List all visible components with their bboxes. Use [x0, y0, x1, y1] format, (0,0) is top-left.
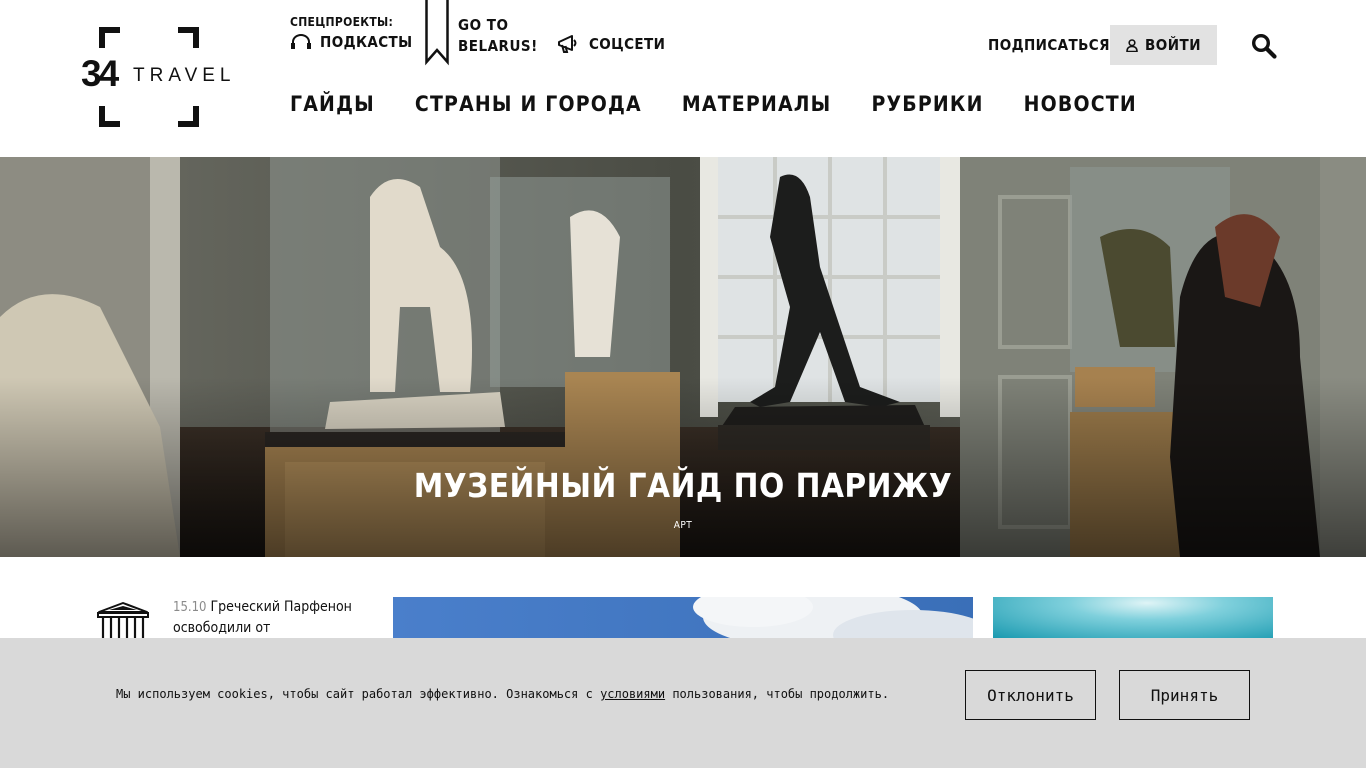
- headphones-icon: [291, 34, 311, 49]
- podcasts-label: ПОДКАСТЫ: [320, 33, 413, 51]
- logo-word: TRAVEL: [133, 65, 236, 86]
- site-logo[interactable]: 34 TRAVEL: [81, 27, 231, 127]
- social-label: СОЦСЕТИ: [589, 35, 666, 53]
- cookie-decline-button[interactable]: Отклонить: [965, 670, 1096, 720]
- login-label: ВОЙТИ: [1144, 36, 1202, 54]
- search-icon[interactable]: [1251, 33, 1277, 59]
- bookmark-icon: [425, 0, 449, 66]
- parthenon-icon: [97, 602, 149, 638]
- login-button[interactable]: ВОЙТИ: [1110, 25, 1217, 65]
- go-to-belarus-link[interactable]: GO TO BELARUS!: [458, 15, 538, 57]
- cookie-banner: Мы используем cookies, чтобы сайт работа…: [0, 638, 1366, 768]
- go-to-belarus-line2: BELARUS!: [458, 37, 538, 55]
- cookie-message: Мы используем cookies, чтобы сайт работа…: [116, 687, 889, 701]
- megaphone-icon: [558, 35, 577, 53]
- cookie-text-before: Мы используем cookies, чтобы сайт работа…: [116, 687, 601, 701]
- nav-item-materials[interactable]: МАТЕРИАЛЫ: [682, 89, 832, 119]
- social-link[interactable]: СОЦСЕТИ: [557, 34, 665, 54]
- nav-item-countries[interactable]: СТРАНЫ И ГОРОДА: [415, 89, 642, 119]
- logo-number: 34: [81, 53, 119, 94]
- logo-corner: [99, 106, 120, 127]
- special-projects-label: СПЕЦПРОЕКТЫ:: [290, 15, 394, 29]
- nav-item-rubrics[interactable]: РУБРИКИ: [871, 89, 983, 119]
- user-icon: [1126, 38, 1138, 52]
- logo-corner: [178, 27, 199, 48]
- go-to-belarus-line1: GO TO: [458, 16, 509, 34]
- cookie-accept-button[interactable]: Принять: [1119, 670, 1250, 720]
- nav-item-guides[interactable]: ГАЙДЫ: [290, 89, 375, 119]
- hero-tag[interactable]: АРТ: [0, 520, 1366, 531]
- news-date: 15.10: [173, 600, 207, 615]
- hero-title[interactable]: МУЗЕЙНЫЙ ГАЙД ПО ПАРИЖУ: [0, 466, 1366, 505]
- main-nav: ГАЙДЫ СТРАНЫ И ГОРОДА МАТЕРИАЛЫ РУБРИКИ …: [290, 89, 1137, 119]
- logo-corner: [99, 27, 120, 48]
- podcasts-link[interactable]: ПОДКАСТЫ: [290, 33, 413, 51]
- cookie-terms-link[interactable]: условиями: [600, 687, 665, 701]
- logo-corner: [178, 106, 199, 127]
- nav-item-news[interactable]: НОВОСТИ: [1024, 89, 1137, 119]
- subscribe-link[interactable]: ПОДПИСАТЬСЯ: [988, 36, 1110, 54]
- site-header: 34 TRAVEL СПЕЦПРОЕКТЫ: ПОДКАСТЫ GO TO BE…: [0, 0, 1366, 157]
- cookie-text-after: пользования, чтобы продолжить.: [665, 687, 890, 701]
